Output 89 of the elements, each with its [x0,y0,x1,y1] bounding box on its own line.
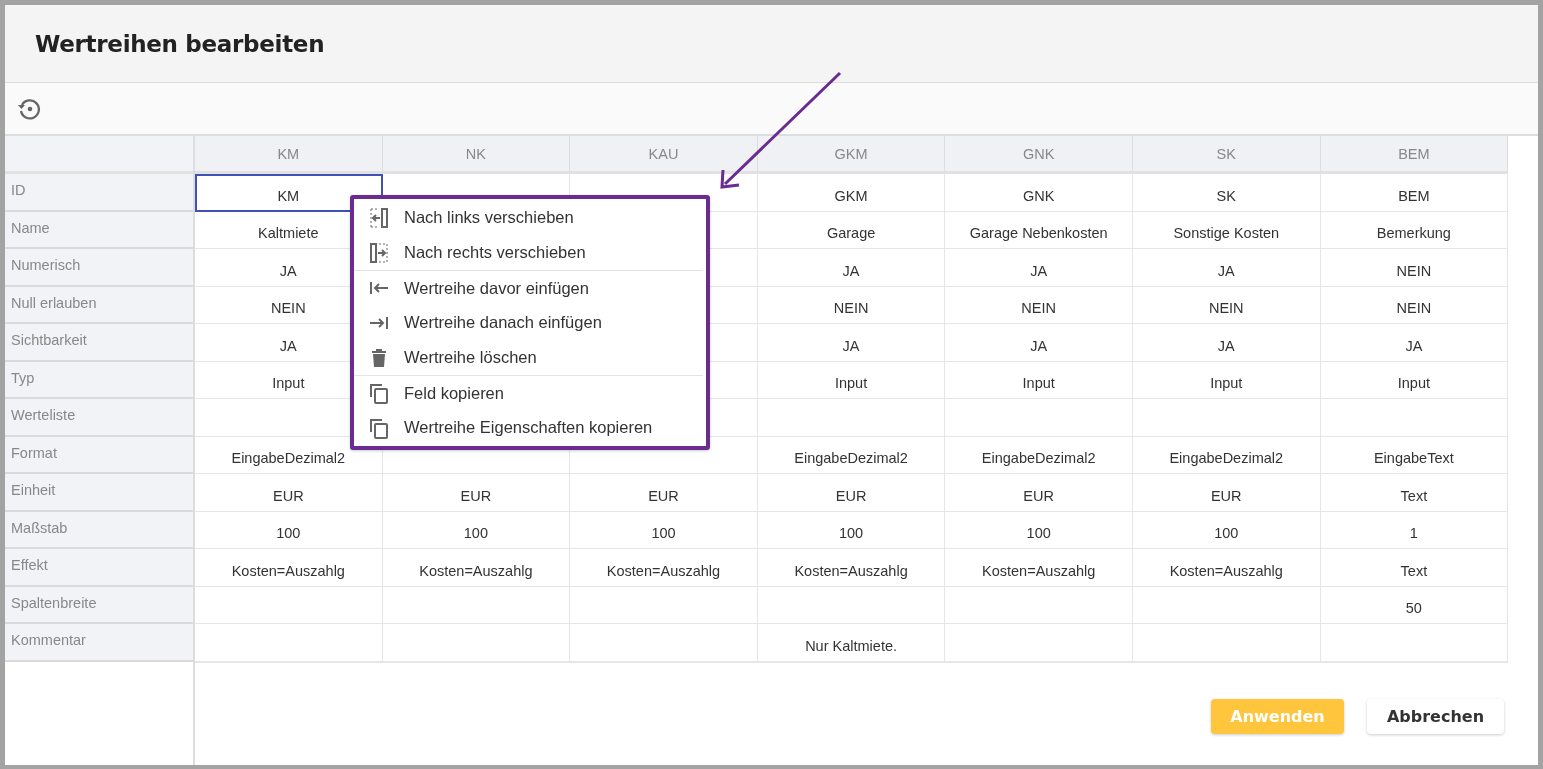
row-label: ID [5,174,193,212]
table-cell[interactable]: NEIN [1320,249,1509,287]
dialog-title: Wertreihen bearbeiten [35,30,325,57]
table-cell[interactable]: Kosten=Auszahlg [195,549,383,587]
table-cell[interactable] [195,586,383,624]
table-cell[interactable]: Kosten=Auszahlg [1132,549,1321,587]
table-cell[interactable]: JA [1320,324,1509,362]
row-label: Spaltenbreite [5,586,193,624]
table-cell[interactable]: 1 [1320,511,1509,549]
table-cell[interactable]: EingabeText [1320,436,1509,474]
table-cell[interactable] [382,624,571,662]
table-cell[interactable]: JA [945,324,1133,362]
table-cell[interactable] [1132,624,1321,662]
move-right-icon [368,241,390,264]
row-label: Einheit [5,474,193,512]
table-cell[interactable]: GKM [757,174,946,212]
table-cell[interactable]: EUR [570,474,758,512]
table-cell[interactable]: GNK [945,174,1133,212]
table-cell[interactable]: Input [945,361,1133,399]
table-cell[interactable]: Kosten=Auszahlg [570,549,758,587]
table-cell[interactable]: NEIN [1132,286,1321,324]
row-label: Numerisch [5,249,193,287]
selected-cell[interactable]: KM [195,174,383,212]
table-cell[interactable]: JA [757,324,946,362]
table-cell[interactable]: Text [1320,474,1509,512]
table-cell[interactable] [1132,399,1321,437]
row-label: Typ [5,361,193,399]
move-left-icon [368,206,390,229]
table-cell[interactable]: EingabeDezimal2 [945,436,1133,474]
table-cell[interactable] [945,624,1133,662]
row-label: Werteliste [5,399,193,437]
table-cell[interactable]: EUR [1132,474,1321,512]
table-cell[interactable] [945,399,1133,437]
table-cell[interactable]: NEIN [945,286,1133,324]
row-label: Sichtbarkeit [5,324,193,362]
table-cell[interactable]: Input [1320,361,1509,399]
table-cell[interactable]: Kosten=Auszahlg [757,549,946,587]
table-cell[interactable]: Kosten=Auszahlg [382,549,571,587]
table-cell[interactable]: JA [945,249,1133,287]
table-cell[interactable]: Input [757,361,946,399]
table-cell[interactable] [570,586,758,624]
cancel-button[interactable]: Abbrechen [1367,698,1504,734]
table-cell[interactable]: 100 [570,511,758,549]
table-cell[interactable]: EingabeDezimal2 [757,436,946,474]
row-label: Format [5,436,193,474]
table-cell[interactable] [757,399,946,437]
table-cell[interactable]: Garage Nebenkosten [945,211,1133,249]
table-cell[interactable]: EUR [945,474,1133,512]
table-cell[interactable]: 50 [1320,586,1509,624]
table-cell[interactable] [1320,624,1509,662]
table-cell[interactable] [382,586,571,624]
table-cell[interactable]: Garage [757,211,946,249]
row-label: Effekt [5,549,193,587]
table-cell[interactable]: SK [1132,174,1321,212]
table-cell[interactable] [1132,586,1321,624]
table-cell[interactable]: 100 [195,511,383,549]
table-cell[interactable]: EUR [382,474,571,512]
table-cell[interactable] [945,586,1133,624]
table-cell[interactable] [757,586,946,624]
table-cell[interactable]: 100 [382,511,571,549]
table-cell[interactable] [570,624,758,662]
table-cell[interactable]: BEM [1320,174,1509,212]
table-cell[interactable]: Text [1320,549,1509,587]
table-cell[interactable]: 100 [757,511,946,549]
table-cell[interactable]: JA [1132,249,1321,287]
table-cell[interactable]: JA [757,249,946,287]
row-label: Kommentar [5,624,193,662]
table-cell[interactable]: Sonstige Kosten [1132,211,1321,249]
table-cell[interactable]: NEIN [757,286,946,324]
table-cell[interactable] [1320,399,1509,437]
table-cell[interactable]: Input [1132,361,1321,399]
table-cell[interactable]: EUR [195,474,383,512]
row-label: Null erlauben [5,286,193,324]
table-cell[interactable]: NEIN [1320,286,1509,324]
menu-item[interactable]: Wertreihe davor einfügen [354,270,703,305]
copy-icon [368,382,390,404]
table-cell[interactable]: EUR [757,474,946,512]
table-cell[interactable]: Bemerkung [1320,211,1509,249]
copy-icon [368,416,390,439]
table-cell[interactable]: Nur Kaltmiete. [757,624,946,662]
table-cell[interactable]: 100 [1132,511,1321,549]
table-cell[interactable] [195,624,383,662]
table-cell[interactable]: 100 [945,511,1133,549]
menu-item[interactable]: Feld kopieren [354,375,703,410]
table-cell[interactable]: Kosten=Auszahlg [945,549,1133,587]
row-label: Maßstab [5,511,193,549]
table-cell[interactable]: JA [1132,324,1321,362]
table-cell[interactable]: EingabeDezimal2 [1132,436,1321,474]
row-label: Name [5,211,193,249]
